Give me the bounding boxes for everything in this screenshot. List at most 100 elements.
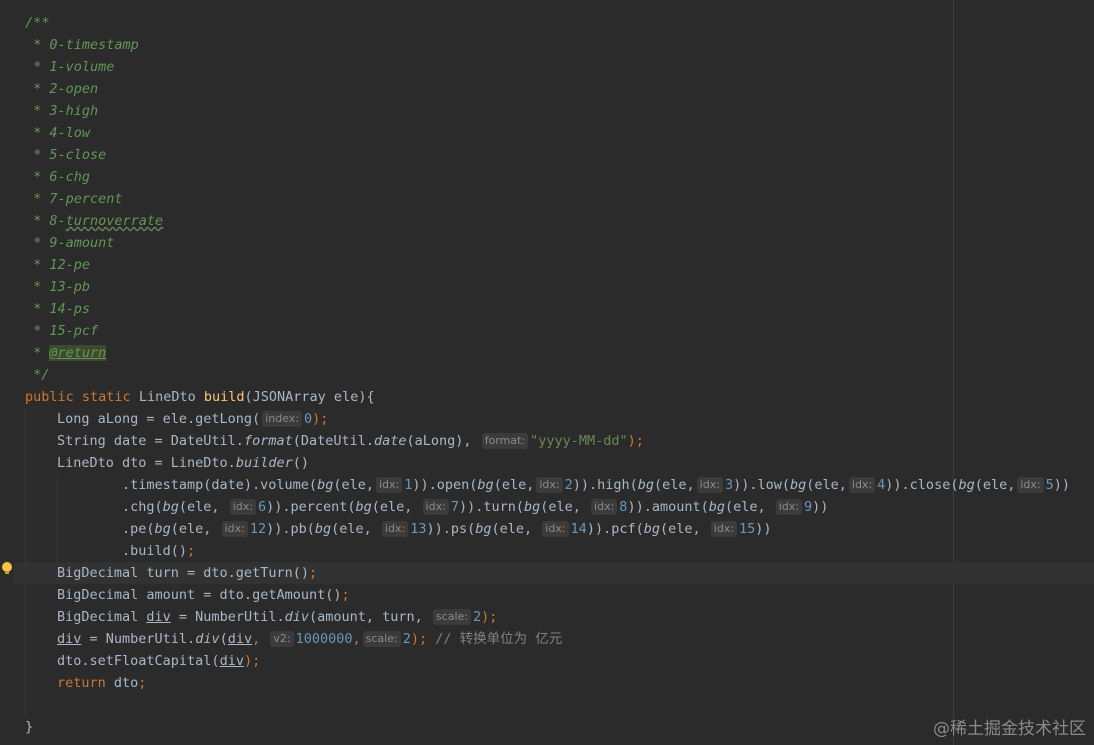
comment-star: *	[25, 257, 50, 273]
code-line-along[interactable]: Long aLong = ele.getLong(index: 0);	[57, 408, 328, 430]
number: 6	[257, 499, 267, 515]
code-text: ))	[1053, 477, 1071, 493]
code-text: )).pcf(	[586, 521, 644, 537]
param-hint: idx:	[1017, 477, 1044, 493]
code-text: }	[25, 719, 34, 735]
code-text: (	[219, 631, 228, 647]
number: 0	[304, 411, 313, 427]
code-editor[interactable]: /** * 0-timestamp * 1-volume * 2-open * …	[0, 0, 1094, 745]
comment-text: 3-high	[49, 103, 99, 119]
code-text: .chg(	[122, 499, 163, 515]
param-hint: idx:	[229, 499, 256, 515]
doc-comment-line[interactable]: * 1-volume	[25, 56, 114, 78]
right-margin-guide	[953, 0, 954, 745]
doc-comment-close[interactable]: */	[25, 364, 49, 386]
param-hint: idx:	[710, 521, 738, 537]
code-text: Long aLong = ele.getLong(	[57, 411, 261, 427]
closing-brace[interactable]: }	[25, 716, 33, 738]
variable: div	[219, 653, 244, 669]
comment-star: *	[25, 323, 50, 339]
doc-comment-line[interactable]: * 8-turnoverrate	[25, 210, 163, 232]
static-method: bg	[355, 499, 372, 515]
doc-comment-line[interactable]: * 13-pb	[25, 276, 90, 298]
number: 1000000	[295, 631, 353, 647]
comment-star: *	[25, 125, 50, 141]
param-hint: idx:	[375, 477, 403, 493]
comment-text: 15-pcf	[49, 323, 99, 339]
doc-comment-line[interactable]: * 12-pe	[25, 254, 90, 276]
keyword-return: return	[57, 675, 106, 691]
code-text: (ele,	[371, 499, 413, 515]
code-line-date[interactable]: String date = DateUtil.format(DateUtil.d…	[57, 430, 644, 452]
doc-comment-line[interactable]: * 9-amount	[25, 232, 114, 254]
doc-comment-open[interactable]: /**	[25, 12, 49, 34]
param-hint: v2:	[270, 631, 294, 647]
method-signature[interactable]: public static LineDto build(JSONArray el…	[25, 386, 375, 408]
code-line-chain[interactable]: .chg(bg(ele, idx: 6)).percent(bg(ele, idx…	[122, 496, 828, 518]
param-hint: format:	[481, 433, 529, 449]
code-line-chain[interactable]: .timestamp(date).volume(bg(ele, idx: 1)).o…	[122, 474, 1070, 496]
param-hint: idx:	[696, 477, 723, 493]
punct: );	[627, 433, 644, 449]
static-method: bg	[314, 521, 332, 537]
doc-comment-line[interactable]: * 3-high	[25, 100, 98, 122]
comment-text: 9-amount	[49, 235, 115, 251]
param-hint: idx:	[542, 521, 569, 537]
static-method: bg	[637, 477, 655, 493]
code-text: (ele,	[659, 521, 701, 537]
static-method: bg	[154, 521, 171, 537]
static-method: bg	[789, 477, 807, 493]
code-line-return[interactable]: return dto;	[57, 672, 146, 694]
code-line-amount[interactable]: BigDecimal amount = dto.getAmount();	[57, 584, 350, 606]
static-method: bg	[317, 477, 334, 493]
code-text: BigDecimal turn = dto.getTurn()	[57, 565, 309, 581]
number: 2	[564, 477, 573, 493]
doc-comment-line[interactable]: * 14-ps	[25, 298, 90, 320]
static-method: bg	[643, 521, 660, 537]
return-tag[interactable]: @return	[49, 345, 107, 361]
static-method: div	[284, 609, 309, 625]
doc-comment-line[interactable]: * 0-timestamp	[25, 34, 139, 56]
doc-comment-line[interactable]: * 4-low	[25, 122, 90, 144]
doc-comment-return[interactable]: * @return	[25, 342, 107, 364]
param-hint: idx:	[848, 477, 876, 493]
code-text: )).pb(	[266, 521, 315, 537]
spellcheck-word[interactable]: turnoverrate	[66, 213, 164, 229]
code-text: )).low(	[733, 477, 790, 493]
code-line-turn[interactable]: BigDecimal turn = dto.getTurn();	[14, 562, 1094, 584]
doc-comment-line[interactable]: * 5-close	[25, 144, 106, 166]
punct: ,	[252, 631, 261, 647]
lightbulb-icon[interactable]	[2, 562, 12, 574]
method-name: build	[203, 389, 245, 405]
doc-comment-line[interactable]: * 15-pcf	[25, 320, 98, 342]
static-method: format	[243, 433, 293, 449]
param-hint: idx:	[221, 521, 248, 537]
comment-text: 14-ps	[49, 301, 91, 317]
static-method: bg	[958, 477, 975, 493]
static-method: div	[195, 631, 220, 647]
code-text: (aLong),	[406, 433, 472, 449]
comment-text: 5-close	[49, 147, 107, 163]
code-text: (ele,	[724, 499, 766, 515]
code-text: .timestamp(date).volume(	[122, 477, 318, 493]
doc-comment-line[interactable]: * 6-chg	[25, 166, 90, 188]
doc-comment-line[interactable]: * 2-open	[25, 78, 98, 100]
code-line-div[interactable]: BigDecimal div = NumberUtil.div(amount, …	[57, 606, 497, 628]
code-line-build[interactable]: .build();	[122, 540, 195, 562]
code-text: )).high(	[572, 477, 638, 493]
code-text: = NumberUtil.	[170, 609, 285, 625]
code-text: String date = DateUtil.	[57, 433, 244, 449]
code-line-builder[interactable]: LineDto dto = LineDto.builder()	[57, 452, 309, 474]
code-line-setfloat[interactable]: dto.setFloatCapital(div);	[57, 650, 260, 672]
code-line-chain[interactable]: .pe(bg(ele, idx: 12)).pb(bg(ele, idx: 13))…	[122, 518, 772, 540]
comment-star: *	[25, 37, 50, 53]
param-hint: idx:	[775, 499, 803, 515]
doc-comment-line[interactable]: * 7-percent	[25, 188, 122, 210]
keyword-static: static	[81, 389, 131, 405]
code-text: (amount, turn,	[308, 609, 423, 625]
comment-star: *	[25, 213, 50, 229]
code-text: ))	[755, 521, 772, 537]
watermark: @稀土掘金技术社区	[933, 719, 1086, 739]
code-line-div-reassign[interactable]: div = NumberUtil.div(div, v2: 1000000, sca…	[57, 628, 562, 650]
comment-text: */	[25, 367, 50, 383]
